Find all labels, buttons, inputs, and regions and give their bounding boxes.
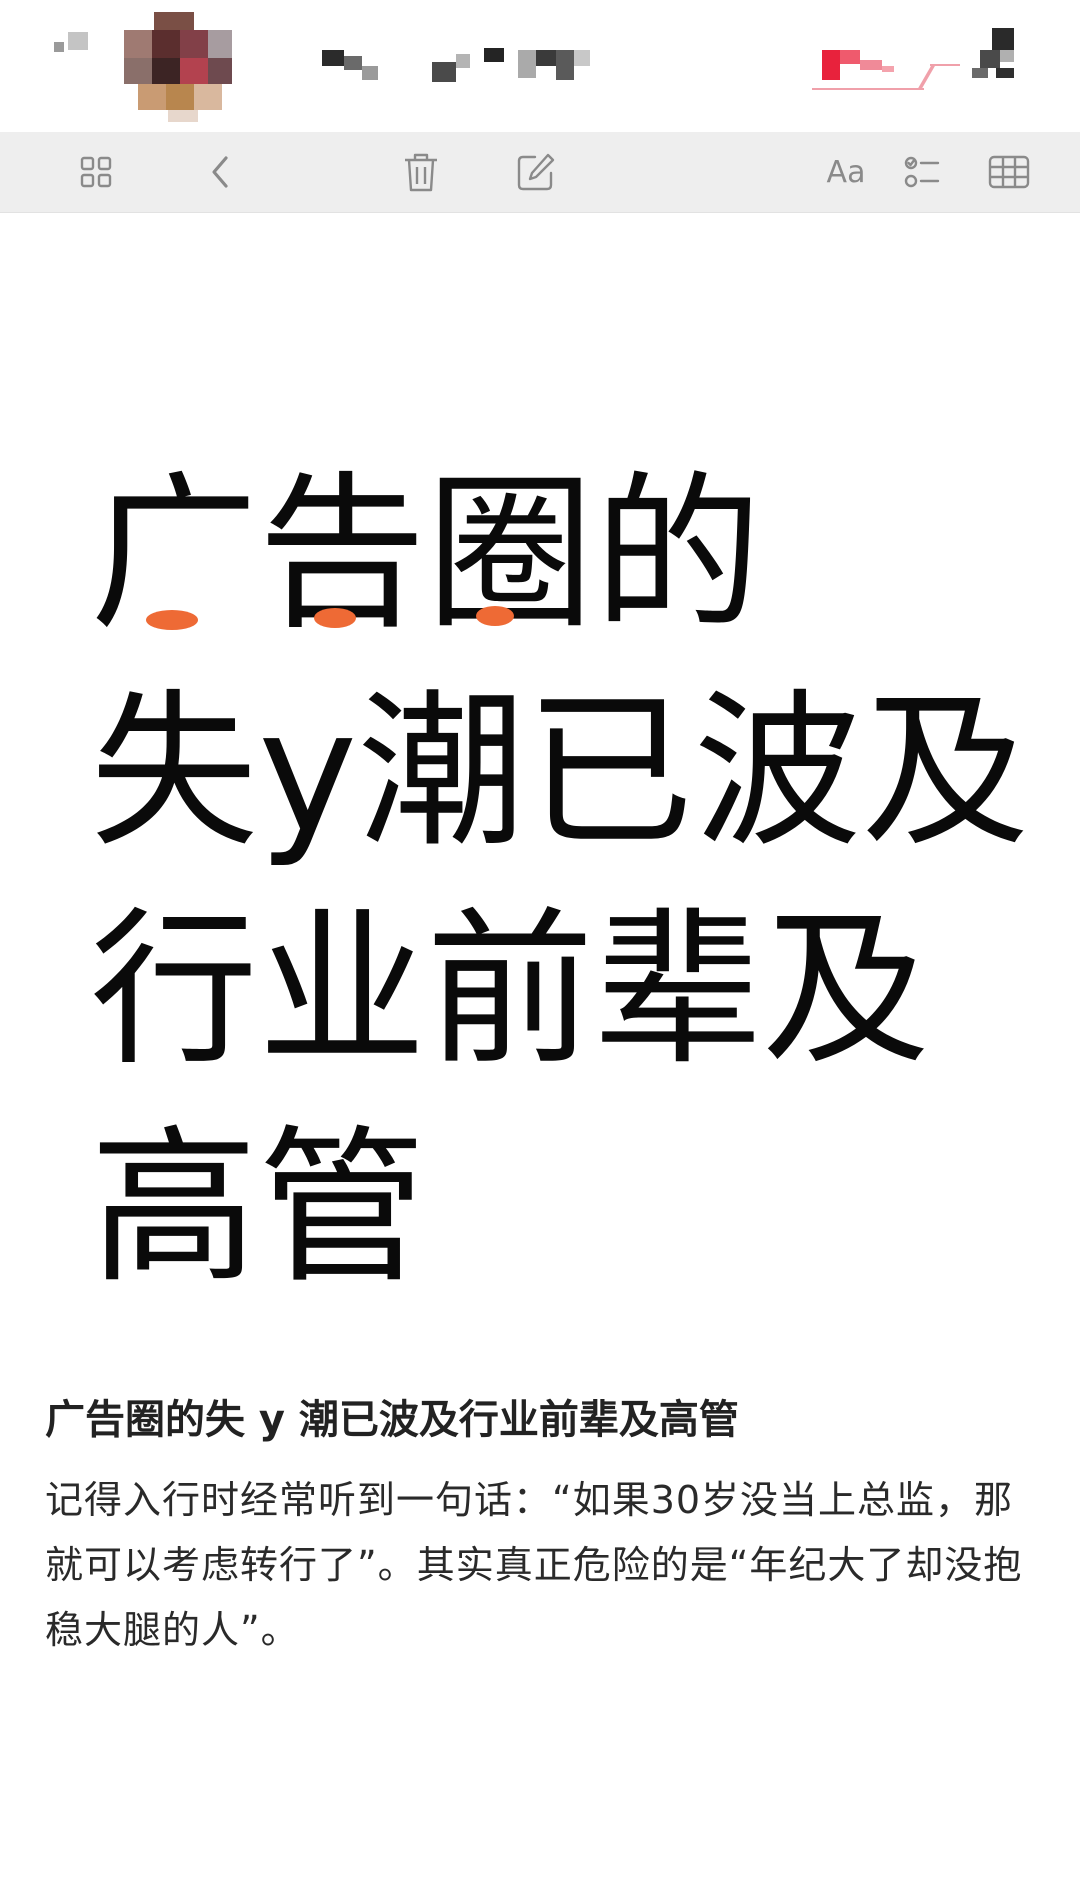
pixelated-avatar[interactable] xyxy=(124,12,234,124)
trash-icon xyxy=(405,153,437,192)
gallery-icon xyxy=(80,156,112,188)
pixelated-back-icon[interactable] xyxy=(54,32,90,52)
delete-note-button[interactable] xyxy=(397,148,445,196)
pixelated-follow-button[interactable] xyxy=(812,46,962,94)
gallery-view-button[interactable] xyxy=(72,148,120,196)
title-line: 失y潮已波及 xyxy=(90,674,1030,870)
title-line: 行业前辈及 xyxy=(90,892,930,1088)
note-heading: 广告圈的失 y 潮已波及行业前辈及高管 xyxy=(45,1397,739,1443)
note-big-title: 广告圈的 失y潮已波及 行业前辈及 高管 xyxy=(90,445,1050,1317)
profile-header xyxy=(0,0,1080,132)
checklist-icon xyxy=(904,156,940,188)
scribble-mark xyxy=(476,606,514,626)
format-label: Aa xyxy=(826,154,866,190)
table-icon xyxy=(988,155,1030,189)
format-text-button[interactable]: Aa xyxy=(818,148,874,196)
title-line: 高管 xyxy=(90,1110,426,1306)
pixelated-share-icon[interactable] xyxy=(972,28,1024,80)
notes-toolbar: Aa xyxy=(0,132,1080,213)
scribble-mark xyxy=(314,608,356,628)
note-paragraph: 记得入行时经常听到一句话：“如果30岁没当上总监，那就可以考虑转行了”。其实真正… xyxy=(45,1478,1023,1652)
pixelated-username xyxy=(322,44,592,84)
scribble-mark xyxy=(146,610,198,630)
checklist-button[interactable] xyxy=(898,148,946,196)
compose-note-button[interactable] xyxy=(512,148,560,196)
note-body[interactable]: 广告圈的 失y潮已波及 行业前辈及 高管 广告圈的失 y 潮已波及行业前辈及高管… xyxy=(0,213,1080,1881)
chevron-left-icon xyxy=(212,156,228,188)
back-button[interactable] xyxy=(196,148,244,196)
title-line: 广告圈的 xyxy=(90,456,762,652)
insert-table-button[interactable] xyxy=(985,148,1033,196)
compose-icon xyxy=(517,153,555,191)
